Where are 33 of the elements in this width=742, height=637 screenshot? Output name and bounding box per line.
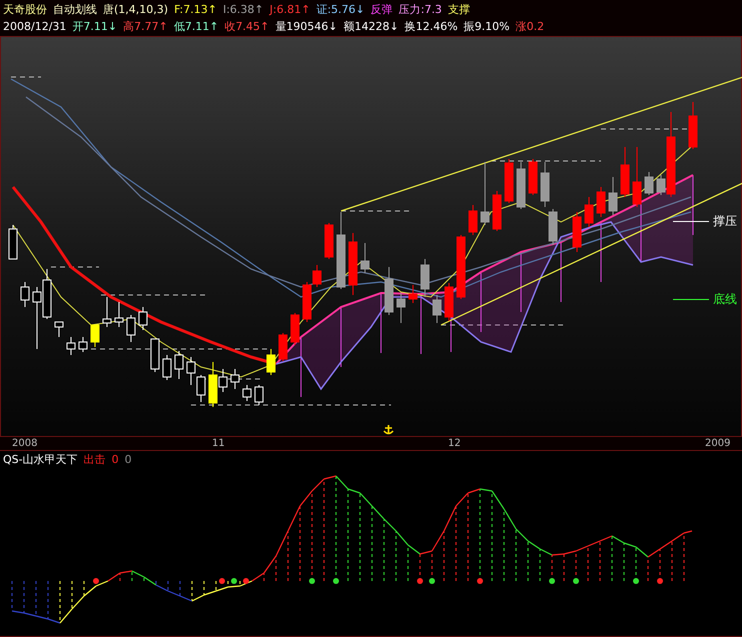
quote-field: 涨0.2 [516,19,544,34]
quote-field: 额14228↓ [344,19,399,34]
dashed-level-line [50,266,100,268]
signal-label: 出击 [84,453,106,466]
axis-label: 11 [212,437,226,450]
quote-field: 唐(1,4,10,3) [103,2,168,17]
axis-label: 2008 [12,437,38,450]
quote-field: 反弹 [370,2,393,17]
quote-field: 开7.11↓ [72,19,118,34]
quote-field: 收7.45↑ [224,19,270,34]
quote-field: 证:5.76↓ [316,2,365,17]
quote-field: F:7.13↑ [174,2,217,17]
quote-field: 压力:7.3 [398,2,442,17]
quote-field: 低7.11↑ [174,19,219,34]
dashed-level-line [10,76,42,78]
line-label: 撑压 [713,213,737,230]
quote-field: 换12.46% [404,19,458,34]
axis-label: 2009 [705,437,732,450]
quote-field: 高7.77↑ [123,19,168,34]
quote-field: 自动划线 [53,2,97,17]
quote-field: I:6.38↑ [222,2,264,17]
axis-label: 12 [448,437,462,450]
indicator-value: 0 [112,453,119,466]
quote-field: 振9.10% [464,19,510,34]
line-label: 底线 [713,291,737,308]
quote-field: 支撑 [448,2,470,17]
indicator-value: 0 [124,453,132,466]
indicator-name: QS-山水甲天下 [3,453,78,466]
quote-field: 2008/12/31 [3,19,66,34]
quote-field: 量190546↓ [275,19,338,34]
anchor-icon [383,424,394,435]
quote-field: J:6.81↑ [270,2,310,17]
quote-field: 天奇股份 [3,2,47,17]
